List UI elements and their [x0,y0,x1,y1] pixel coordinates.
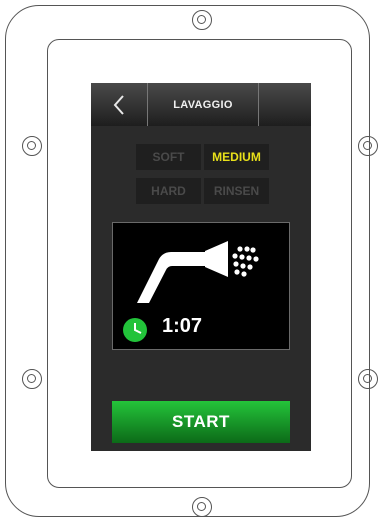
mode-medium-button[interactable]: MEDIUM [204,144,269,170]
mode-hard-button[interactable]: HARD [136,178,201,204]
back-button[interactable] [91,83,147,126]
top-bar-empty-slot [259,83,311,126]
touch-screen: LAVAGGIO SOFT MEDIUM HARD RINSEN 1:07 ST… [91,83,311,451]
mode-rinsen-button[interactable]: RINSEN [204,178,269,204]
screw-icon [22,136,42,156]
chevron-left-icon [113,94,124,115]
screw-icon [22,369,42,389]
screw-icon [192,10,212,30]
clock-icon [123,318,147,342]
screw-icon [358,136,378,156]
mode-soft-button[interactable]: SOFT [136,144,201,170]
top-bar: LAVAGGIO [91,83,311,126]
screw-icon [358,369,378,389]
spray-nozzle-icon [137,241,259,303]
start-button[interactable]: START [112,401,290,443]
screw-icon [192,497,212,517]
cycle-time: 1:07 [162,315,203,337]
cycle-panel: 1:07 [112,222,290,350]
page-title: LAVAGGIO [173,98,233,111]
